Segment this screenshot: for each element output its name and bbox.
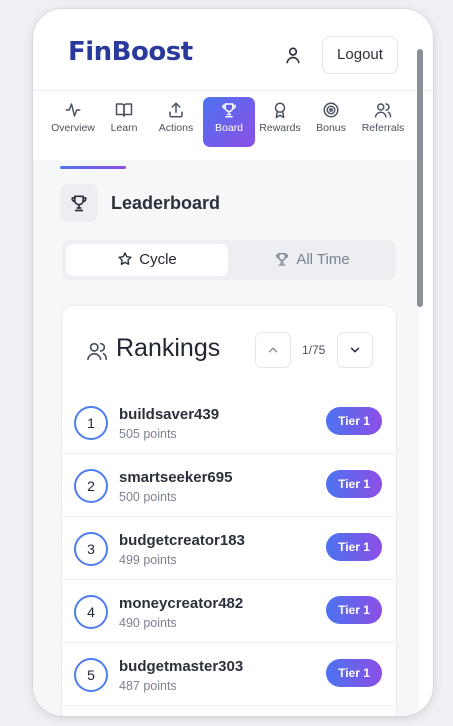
leaderboard-row: 2 smartseeker695 500 points Tier 1 <box>62 454 396 517</box>
tab-bonus-label: Bonus <box>316 122 346 134</box>
star-icon <box>118 252 132 265</box>
points: 487 points <box>119 679 177 693</box>
page-down-button[interactable] <box>337 332 373 368</box>
rankings-card: Rankings 1/75 1 buildsaver439 505 points… <box>61 305 397 716</box>
tab-actions[interactable]: Actions <box>150 97 202 147</box>
points: 490 points <box>119 616 177 630</box>
tab-cycle[interactable]: Cycle <box>66 244 228 276</box>
period-toggle: Cycle All Time <box>62 240 396 280</box>
rankings-title: Rankings <box>116 334 221 362</box>
book-icon <box>115 103 133 117</box>
users-icon <box>374 103 392 118</box>
tab-navigation: Overview Learn Actions Board Rewards Bon… <box>33 90 433 161</box>
tab-overview-label: Overview <box>51 122 95 134</box>
points: 505 points <box>119 427 177 441</box>
leaderboard-badge <box>60 184 98 222</box>
tab-all-time-label: All Time <box>296 251 350 268</box>
tier-badge: Tier 1 <box>326 533 382 561</box>
leaderboard-row: 1 buildsaver439 505 points Tier 1 <box>62 391 396 454</box>
tab-actions-label: Actions <box>158 122 194 134</box>
tab-referrals[interactable]: Referrals <box>357 97 409 147</box>
rank-number: 5 <box>74 658 108 692</box>
tab-learn-label: Learn <box>110 122 138 134</box>
trophy-icon <box>71 195 87 212</box>
username: buildsaver439 <box>119 406 220 423</box>
leaderboard-row: 5 budgetmaster303 487 points Tier 1 <box>62 643 396 706</box>
points: 499 points <box>119 553 177 567</box>
chevron-down-icon <box>350 347 360 353</box>
rank-number: 4 <box>74 595 108 629</box>
main-content: Leaderboard Cycle All Time Rankings 1/75… <box>33 160 419 716</box>
username: budgetmaster303 <box>119 658 244 675</box>
active-tab-indicator <box>60 166 126 169</box>
page-indicator: 1/75 <box>302 343 326 357</box>
top-header: FinBoost Logout <box>33 9 433 89</box>
logout-button[interactable]: Logout <box>322 36 398 74</box>
tier-badge: Tier 1 <box>326 470 382 498</box>
trophy-icon <box>276 253 289 266</box>
users-icon <box>87 342 107 361</box>
upload-icon <box>169 102 183 118</box>
scrollbar[interactable] <box>417 49 423 307</box>
tab-overview[interactable]: Overview <box>47 97 99 147</box>
username: moneycreator482 <box>119 595 244 612</box>
user-icon[interactable] <box>283 45 303 65</box>
tab-all-time[interactable]: All Time <box>232 244 392 276</box>
app-window: FinBoost Logout Overview Learn Actions B… <box>33 9 433 716</box>
rank-number: 1 <box>74 406 108 440</box>
tab-referrals-label: Referrals <box>361 122 405 134</box>
rank-number: 2 <box>74 469 108 503</box>
rank-number: 3 <box>74 532 108 566</box>
chevron-up-icon <box>268 347 278 353</box>
tab-board-label: Board <box>214 122 244 134</box>
tier-badge: Tier 1 <box>326 407 382 435</box>
username: smartseeker695 <box>119 469 233 486</box>
tier-badge: Tier 1 <box>326 596 382 624</box>
tier-badge: Tier 1 <box>326 659 382 687</box>
app-logo: FinBoost <box>68 37 193 67</box>
activity-icon <box>65 103 81 117</box>
points: 500 points <box>119 490 177 504</box>
target-icon <box>323 102 339 118</box>
tab-rewards[interactable]: Rewards <box>254 97 306 147</box>
tab-bonus[interactable]: Bonus <box>305 97 357 147</box>
leaderboard-row: 4 moneycreator482 490 points Tier 1 <box>62 580 396 643</box>
trophy-icon <box>222 103 236 118</box>
leaderboard-row: 3 budgetcreator183 499 points Tier 1 <box>62 517 396 580</box>
tab-learn[interactable]: Learn <box>98 97 150 147</box>
page-title: Leaderboard <box>111 193 221 213</box>
tab-board[interactable]: Board <box>203 97 255 147</box>
award-icon <box>274 102 286 119</box>
tab-cycle-label: Cycle <box>139 251 177 268</box>
page-up-button[interactable] <box>255 332 291 368</box>
username: budgetcreator183 <box>119 532 245 549</box>
tab-rewards-label: Rewards <box>259 122 301 134</box>
